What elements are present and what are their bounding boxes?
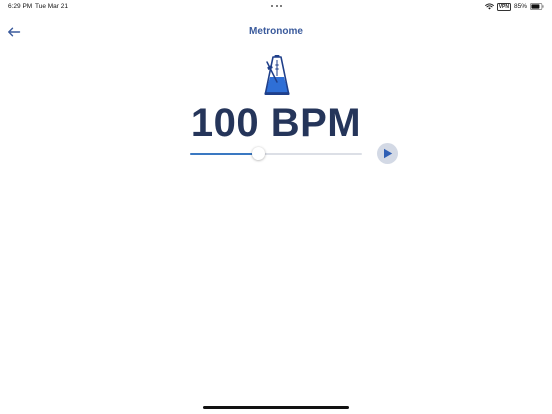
page-title: Metronome xyxy=(249,26,303,37)
home-indicator xyxy=(203,406,349,409)
bpm-display: 100 BPM xyxy=(190,101,362,145)
nav-bar: Metronome xyxy=(0,20,552,44)
battery-percent: 85% xyxy=(513,3,527,10)
slider-thumb[interactable] xyxy=(252,147,266,160)
status-date: Tue Mar 21 xyxy=(35,3,68,10)
tempo-slider[interactable] xyxy=(190,147,362,161)
status-time: 6:29 PM xyxy=(8,3,33,10)
status-bar: 6:29 PM Tue Mar 21 VPN 85% xyxy=(0,0,552,14)
metronome-icon xyxy=(262,54,292,96)
play-icon xyxy=(384,148,393,159)
slider-fill xyxy=(190,153,259,155)
multitasking-dots-icon[interactable] xyxy=(270,3,284,9)
play-button[interactable] xyxy=(377,143,398,164)
vpn-badge: VPN xyxy=(496,2,511,11)
battery-icon xyxy=(530,3,544,10)
wifi-icon xyxy=(484,3,494,10)
status-indicators: VPN 85% xyxy=(484,2,544,11)
